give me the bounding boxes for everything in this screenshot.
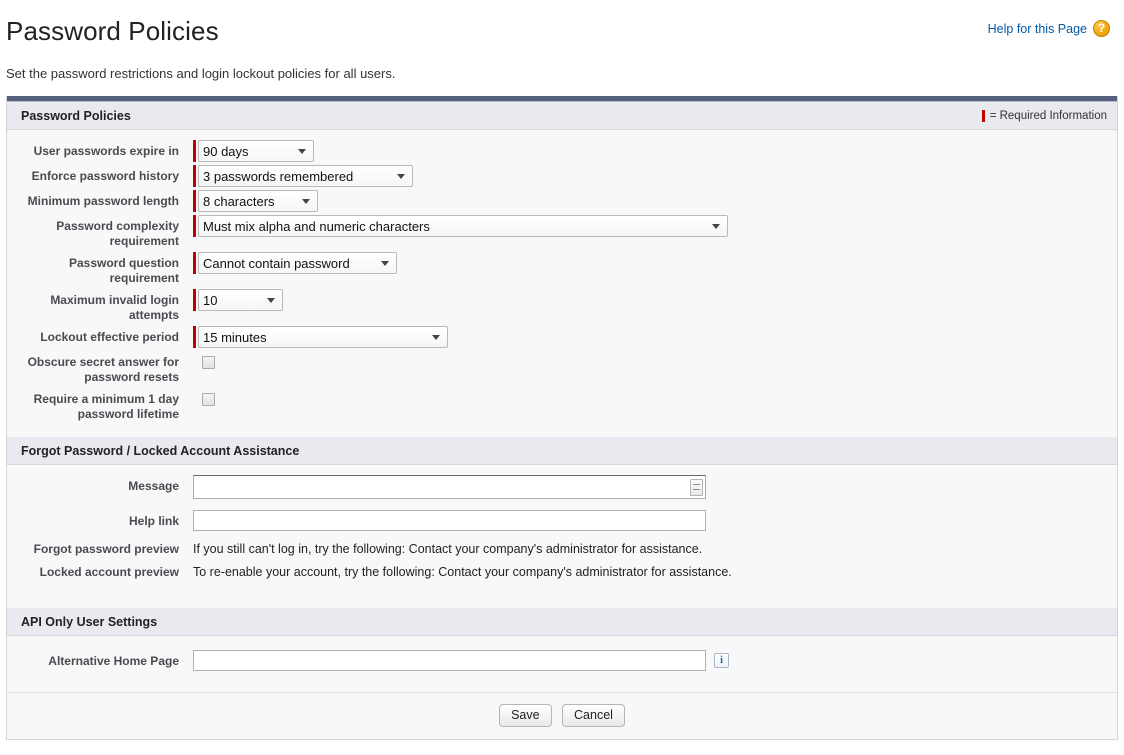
field-password-question: Cannot contain password <box>179 252 397 274</box>
required-information-label: = Required Information <box>990 110 1107 122</box>
field-locked-account-preview: To re-enable your account, try the follo… <box>179 561 732 581</box>
select-password-expiration[interactable]: 90 days <box>198 140 314 162</box>
field-forgot-password-preview: If you still can't log in, try the follo… <box>179 538 702 558</box>
required-marker <box>193 289 196 311</box>
field-help-link <box>179 510 706 531</box>
page-title: Password Policies <box>6 14 1112 48</box>
spacer <box>7 584 1117 596</box>
message-textarea[interactable] <box>193 475 706 499</box>
help-for-this-page-link[interactable]: Help for this Page <box>988 22 1087 36</box>
label-password-complexity: Password complexity requirement <box>7 215 179 249</box>
field-row-locked-account-preview: Locked account preview To re-enable your… <box>7 561 1117 581</box>
label-password-question: Password question requirement <box>7 252 179 286</box>
label-password-expiration: User passwords expire in <box>7 140 179 159</box>
password-policies-page: Password Policies Set the password restr… <box>0 0 1124 755</box>
page-header: Password Policies Set the password restr… <box>0 0 1124 82</box>
field-obscure-secret-answer <box>179 351 215 369</box>
select-lockout-effective-period[interactable]: 15 minutes <box>198 326 448 348</box>
text-forgot-password-preview: If you still can't log in, try the follo… <box>193 538 702 558</box>
alternative-home-page-input[interactable] <box>193 650 706 671</box>
select-wrap-password-question: Cannot contain password <box>198 252 397 274</box>
label-message: Message <box>7 475 179 494</box>
api-only-user-settings-form: Alternative Home Page i <box>7 636 1117 692</box>
required-marker <box>193 252 196 274</box>
section-header-password-policies: Password Policies = Required Information <box>7 102 1117 130</box>
field-row-minimum-password-lifetime: Require a minimum 1 day password lifetim… <box>7 388 1117 422</box>
section-header-api-only-user-settings: API Only User Settings <box>7 608 1117 636</box>
field-row-password-question: Password question requirement Cannot con… <box>7 252 1117 286</box>
field-password-complexity: Must mix alpha and numeric characters <box>179 215 728 237</box>
select-wrap-minimum-password-length: 8 characters <box>198 190 318 212</box>
required-marker <box>193 165 196 187</box>
label-alternative-home-page: Alternative Home Page <box>7 650 179 669</box>
field-minimum-password-lifetime <box>179 388 215 406</box>
help-question-icon[interactable]: ? <box>1093 20 1110 37</box>
save-button[interactable]: Save <box>499 704 552 727</box>
form-button-bar: Save Cancel <box>7 692 1117 739</box>
field-row-alternative-home-page: Alternative Home Page i <box>7 650 1117 671</box>
label-password-history: Enforce password history <box>7 165 179 184</box>
field-minimum-password-length: 8 characters <box>179 190 318 212</box>
label-lockout-effective-period: Lockout effective period <box>7 326 179 345</box>
password-policies-form: User passwords expire in 90 days Enforce… <box>7 130 1117 437</box>
select-minimum-password-length[interactable]: 8 characters <box>198 190 318 212</box>
field-row-lockout-effective-period: Lockout effective period 15 minutes <box>7 326 1117 348</box>
select-max-invalid-login-attempts[interactable]: 10 <box>198 289 283 311</box>
required-information-legend: = Required Information <box>982 110 1107 122</box>
cancel-button[interactable]: Cancel <box>562 704 625 727</box>
select-wrap-max-invalid-login-attempts: 10 <box>198 289 283 311</box>
field-row-forgot-password-preview: Forgot password preview If you still can… <box>7 538 1117 558</box>
select-wrap-lockout-effective-period: 15 minutes <box>198 326 448 348</box>
select-wrap-password-expiration: 90 days <box>198 140 314 162</box>
select-password-history[interactable]: 3 passwords remembered <box>198 165 413 187</box>
section-header-forgot-password: Forgot Password / Locked Account Assista… <box>7 437 1117 465</box>
field-message <box>179 475 706 504</box>
field-row-minimum-password-length: Minimum password length 8 characters <box>7 190 1117 212</box>
field-row-password-expiration: User passwords expire in 90 days <box>7 140 1117 162</box>
section-title-forgot-password: Forgot Password / Locked Account Assista… <box>21 444 299 458</box>
label-max-invalid-login-attempts: Maximum invalid login attempts <box>7 289 179 323</box>
field-alternative-home-page: i <box>179 650 729 671</box>
label-forgot-password-preview: Forgot password preview <box>7 538 179 557</box>
required-marker <box>193 326 196 348</box>
checkbox-minimum-password-lifetime[interactable] <box>202 393 215 406</box>
textarea-wrap-message <box>193 475 706 504</box>
section-title-password-policies: Password Policies <box>21 109 131 123</box>
field-row-max-invalid-login-attempts: Maximum invalid login attempts 10 <box>7 289 1117 323</box>
section-title-api-only-user-settings: API Only User Settings <box>21 615 157 629</box>
select-wrap-password-complexity: Must mix alpha and numeric characters <box>198 215 728 237</box>
field-password-expiration: 90 days <box>179 140 314 162</box>
label-locked-account-preview: Locked account preview <box>7 561 179 580</box>
label-minimum-password-length: Minimum password length <box>7 190 179 209</box>
help-link-input[interactable] <box>193 510 706 531</box>
select-password-complexity[interactable]: Must mix alpha and numeric characters <box>198 215 728 237</box>
required-marker <box>193 140 196 162</box>
textarea-resize-handle-icon[interactable] <box>690 479 703 496</box>
info-icon[interactable]: i <box>714 653 729 668</box>
label-minimum-password-lifetime: Require a minimum 1 day password lifetim… <box>7 388 179 422</box>
field-row-password-complexity: Password complexity requirement Must mix… <box>7 215 1117 249</box>
text-locked-account-preview: To re-enable your account, try the follo… <box>193 561 732 581</box>
required-marker <box>193 215 196 237</box>
forgot-password-form: Message Help link Forgot password previe… <box>7 465 1117 608</box>
field-row-message: Message <box>7 475 1117 504</box>
field-row-help-link: Help link <box>7 510 1117 531</box>
label-help-link: Help link <box>7 510 179 529</box>
field-row-password-history: Enforce password history 3 passwords rem… <box>7 165 1117 187</box>
label-obscure-secret-answer: Obscure secret answer for password reset… <box>7 351 179 385</box>
page-description: Set the password restrictions and login … <box>6 66 1112 82</box>
help-for-this-page[interactable]: Help for this Page ? <box>988 20 1110 37</box>
required-marker <box>193 190 196 212</box>
field-lockout-effective-period: 15 minutes <box>179 326 448 348</box>
select-password-question[interactable]: Cannot contain password <box>198 252 397 274</box>
field-password-history: 3 passwords remembered <box>179 165 413 187</box>
select-wrap-password-history: 3 passwords remembered <box>198 165 413 187</box>
field-max-invalid-login-attempts: 10 <box>179 289 283 311</box>
checkbox-obscure-secret-answer[interactable] <box>202 356 215 369</box>
field-row-obscure-secret-answer: Obscure secret answer for password reset… <box>7 351 1117 385</box>
required-bar-icon <box>982 110 985 122</box>
password-policies-panel: Password Policies = Required Information… <box>6 96 1118 740</box>
